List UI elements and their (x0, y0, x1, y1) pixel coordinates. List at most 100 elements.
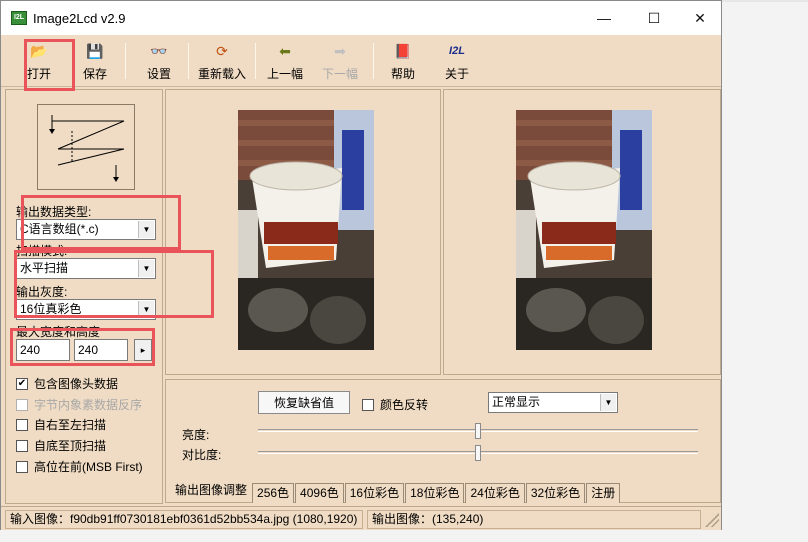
open-folder-icon: 📂 (30, 42, 48, 59)
scan-direction-diagram (37, 104, 135, 190)
next-image-button[interactable]: ➡ 下一幅 (317, 39, 363, 83)
settings-button[interactable]: 👓 设置 (137, 39, 181, 83)
chevron-down-icon[interactable]: ▼ (138, 301, 154, 318)
gray-level-value: 16位真彩色 (20, 302, 82, 316)
contrast-label: 对比度: (182, 448, 222, 462)
output-image-pane (443, 89, 721, 375)
save-label: 保存 (82, 67, 107, 81)
toolbar-separator (125, 43, 126, 79)
checkbox-box[interactable] (16, 439, 28, 452)
scan-mode-select[interactable]: 水平扫描 ▼ (16, 258, 156, 279)
status-bar: 输入图像：f90db91ff0730181ebf0361d52bb534a.jp… (1, 506, 721, 530)
output-type-select[interactable]: C语言数组(*.c) ▼ (16, 219, 156, 240)
include-header-checkbox[interactable]: ✔ 包含图像头数据 (16, 375, 118, 392)
scan-direction-arrows-icon (49, 115, 125, 182)
input-image-preview (238, 110, 374, 350)
about-label: 关于 (444, 67, 469, 81)
include-header-label: 包含图像头数据 (34, 377, 119, 391)
arrow-left-icon: ⬅ (279, 42, 291, 59)
contrast-slider-thumb[interactable] (475, 445, 481, 461)
toolbar: 📂 打开 💾 保存 👓 设置 ⟳ 重新载入 ⬅ 上一幅 ➡ 下一幅 📕 帮助 I… (1, 35, 721, 87)
msb-first-checkbox[interactable]: 高位在前(MSB First) (16, 458, 143, 475)
chevron-down-icon[interactable]: ▼ (600, 394, 616, 411)
brightness-slider[interactable] (258, 423, 698, 439)
checkbox-box[interactable] (362, 398, 374, 411)
reverse-byte-pixels-label: 字节内象素数据反序 (34, 398, 143, 412)
tab-256-colors[interactable]: 256色 (252, 483, 295, 503)
reload-icon: ⟳ (216, 42, 228, 59)
close-button[interactable]: ✕ (677, 1, 723, 35)
invert-color-checkbox[interactable]: 颜色反转 (362, 396, 428, 413)
open-button[interactable]: 📂 打开 (17, 39, 61, 83)
arrow-right-icon: ➡ (334, 42, 346, 59)
output-image-status: 输出图像：(135,240) (367, 510, 701, 529)
title-bar[interactable]: I2L Image2Lcd v2.9 — ☐ ✕ (1, 1, 721, 35)
about-button[interactable]: I2L 关于 (435, 39, 479, 83)
app-logo-icon: I2L (11, 11, 27, 25)
open-label: 打开 (26, 67, 51, 81)
resize-grip-icon[interactable] (705, 513, 719, 527)
next-label: 下一幅 (321, 67, 358, 81)
brightness-label: 亮度: (182, 428, 210, 442)
chevron-down-icon[interactable]: ▼ (138, 221, 154, 238)
restore-defaults-button[interactable]: 恢复缺省值 (258, 391, 350, 414)
toolbar-separator (188, 43, 189, 79)
input-image-status: 输入图像：f90db91ff0730181ebf0361d52bb534a.jp… (5, 510, 363, 529)
right-to-left-label: 自右至左扫描 (34, 418, 107, 432)
chevron-down-icon[interactable]: ▼ (138, 260, 154, 277)
help-book-icon: 📕 (394, 42, 412, 59)
settings-panel: 输出数据类型: C语言数组(*.c) ▼ 扫描模式: 水平扫描 ▼ 输出灰度: … (5, 89, 163, 504)
minimize-button[interactable]: — (581, 1, 627, 35)
toolbar-separator (373, 43, 374, 79)
checkbox-box[interactable]: ✔ (16, 377, 28, 390)
tab-32bit-color[interactable]: 32位彩色 (525, 483, 586, 503)
help-label: 帮助 (390, 67, 415, 81)
settings-label: 设置 (146, 67, 171, 81)
apply-size-button[interactable]: ▸ (134, 339, 152, 361)
input-image-pane (165, 89, 441, 375)
background-window-fragment (722, 0, 808, 2)
scan-mode-label: 扫描模式: (16, 244, 68, 258)
tab-4096-colors[interactable]: 4096色 (295, 483, 344, 503)
output-type-value: C语言数组(*.c) (20, 222, 99, 236)
msb-first-label: 高位在前(MSB First) (34, 460, 143, 474)
about-logo-icon: I2L (449, 45, 465, 57)
display-mode-value: 正常显示 (492, 395, 541, 409)
max-width-input[interactable]: 240 (16, 339, 70, 361)
max-size-label: 最大宽度和高度 (16, 325, 101, 339)
reverse-byte-pixels-checkbox[interactable]: 字节内象素数据反序 (16, 396, 142, 413)
save-disk-icon: 💾 (86, 42, 104, 59)
display-mode-select[interactable]: 正常显示 ▼ (488, 392, 618, 413)
bottom-to-top-checkbox[interactable]: 自底至顶扫描 (16, 437, 106, 454)
scan-mode-value: 水平扫描 (20, 261, 69, 275)
output-type-label: 输出数据类型: (16, 205, 92, 219)
help-button[interactable]: 📕 帮助 (381, 39, 425, 83)
tab-24bit-color[interactable]: 24位彩色 (465, 483, 525, 503)
tab-output-adjust[interactable]: 输出图像调整 (171, 481, 251, 503)
gray-level-label: 输出灰度: (16, 285, 68, 299)
reload-label: 重新载入 (197, 67, 246, 81)
previous-label: 上一幅 (266, 67, 303, 81)
save-button[interactable]: 💾 保存 (73, 39, 117, 83)
output-image-preview (516, 110, 652, 350)
bottom-to-top-label: 自底至顶扫描 (34, 439, 107, 453)
tab-register[interactable]: 注册 (586, 483, 621, 503)
color-tabs: 输出图像调整 256色 4096色 16位彩色 18位彩色 24位彩色 32位彩… (171, 481, 621, 503)
right-to-left-checkbox[interactable]: 自右至左扫描 (16, 416, 106, 433)
checkbox-box[interactable] (16, 418, 28, 431)
toolbar-separator (255, 43, 256, 79)
gray-level-select[interactable]: 16位真彩色 ▼ (16, 299, 156, 320)
tab-18bit-color[interactable]: 18位彩色 (405, 483, 465, 503)
invert-color-label: 颜色反转 (380, 398, 429, 412)
maximize-button[interactable]: ☐ (631, 1, 677, 35)
previous-image-button[interactable]: ⬅ 上一幅 (263, 39, 307, 83)
max-height-input[interactable]: 240 (74, 339, 128, 361)
reload-button[interactable]: ⟳ 重新载入 (195, 39, 249, 83)
brightness-slider-thumb[interactable] (475, 423, 481, 439)
tab-16bit-color[interactable]: 16位彩色 (344, 483, 405, 503)
contrast-slider[interactable] (258, 445, 698, 461)
window-title: Image2Lcd v2.9 (33, 10, 126, 26)
checkbox-box[interactable] (16, 460, 28, 473)
app-window: I2L Image2Lcd v2.9 — ☐ ✕ 📂 打开 💾 保存 👓 设置 … (0, 0, 722, 530)
checkbox-box[interactable] (16, 398, 28, 411)
